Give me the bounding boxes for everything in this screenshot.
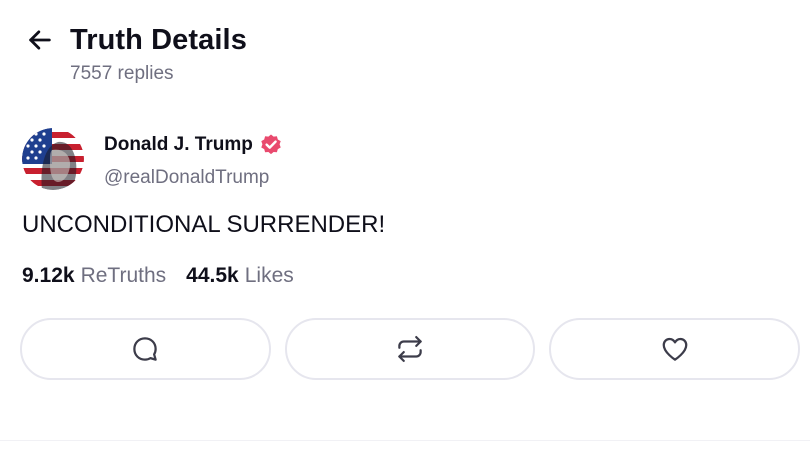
post-actions: [20, 318, 801, 380]
page-header: Truth Details 7557 replies: [24, 22, 790, 92]
likes-label: Likes: [244, 264, 294, 287]
retruth-arrows-icon: [398, 336, 422, 362]
reply-button[interactable]: [20, 318, 271, 380]
reply-bubble-icon: [133, 337, 158, 361]
author-name-text: Donald J. Trump: [104, 134, 253, 155]
avatar[interactable]: [22, 128, 84, 190]
like-button[interactable]: [549, 318, 801, 380]
post-text: UNCONDITIONAL SURRENDER!: [22, 211, 386, 238]
retruths-label: ReTruths: [80, 264, 167, 287]
avatar-image: [22, 128, 84, 190]
verified-badge-icon: [261, 134, 281, 155]
author-handle[interactable]: @realDonaldTrump: [104, 166, 269, 190]
author-name[interactable]: Donald J. Trump: [104, 133, 283, 157]
likes-count: 44.5k: [186, 264, 239, 287]
post-stats: 9.12k ReTruths 44.5k Likes: [22, 262, 294, 290]
retruths-count: 9.12k: [22, 264, 75, 287]
back-button[interactable]: [24, 24, 56, 56]
likes-stat[interactable]: 44.5k Likes: [186, 262, 294, 290]
arrow-left-icon: [29, 30, 51, 50]
retruths-stat[interactable]: 9.12k ReTruths: [22, 262, 166, 290]
truth-details-page: Truth Details 7557 replies Donald J. Tru…: [0, 0, 810, 452]
retruth-button[interactable]: [284, 318, 536, 380]
heart-icon: [662, 337, 688, 361]
replies-count: 7557 replies: [70, 63, 174, 84]
page-title: Truth Details: [70, 24, 247, 56]
divider: [0, 440, 810, 441]
